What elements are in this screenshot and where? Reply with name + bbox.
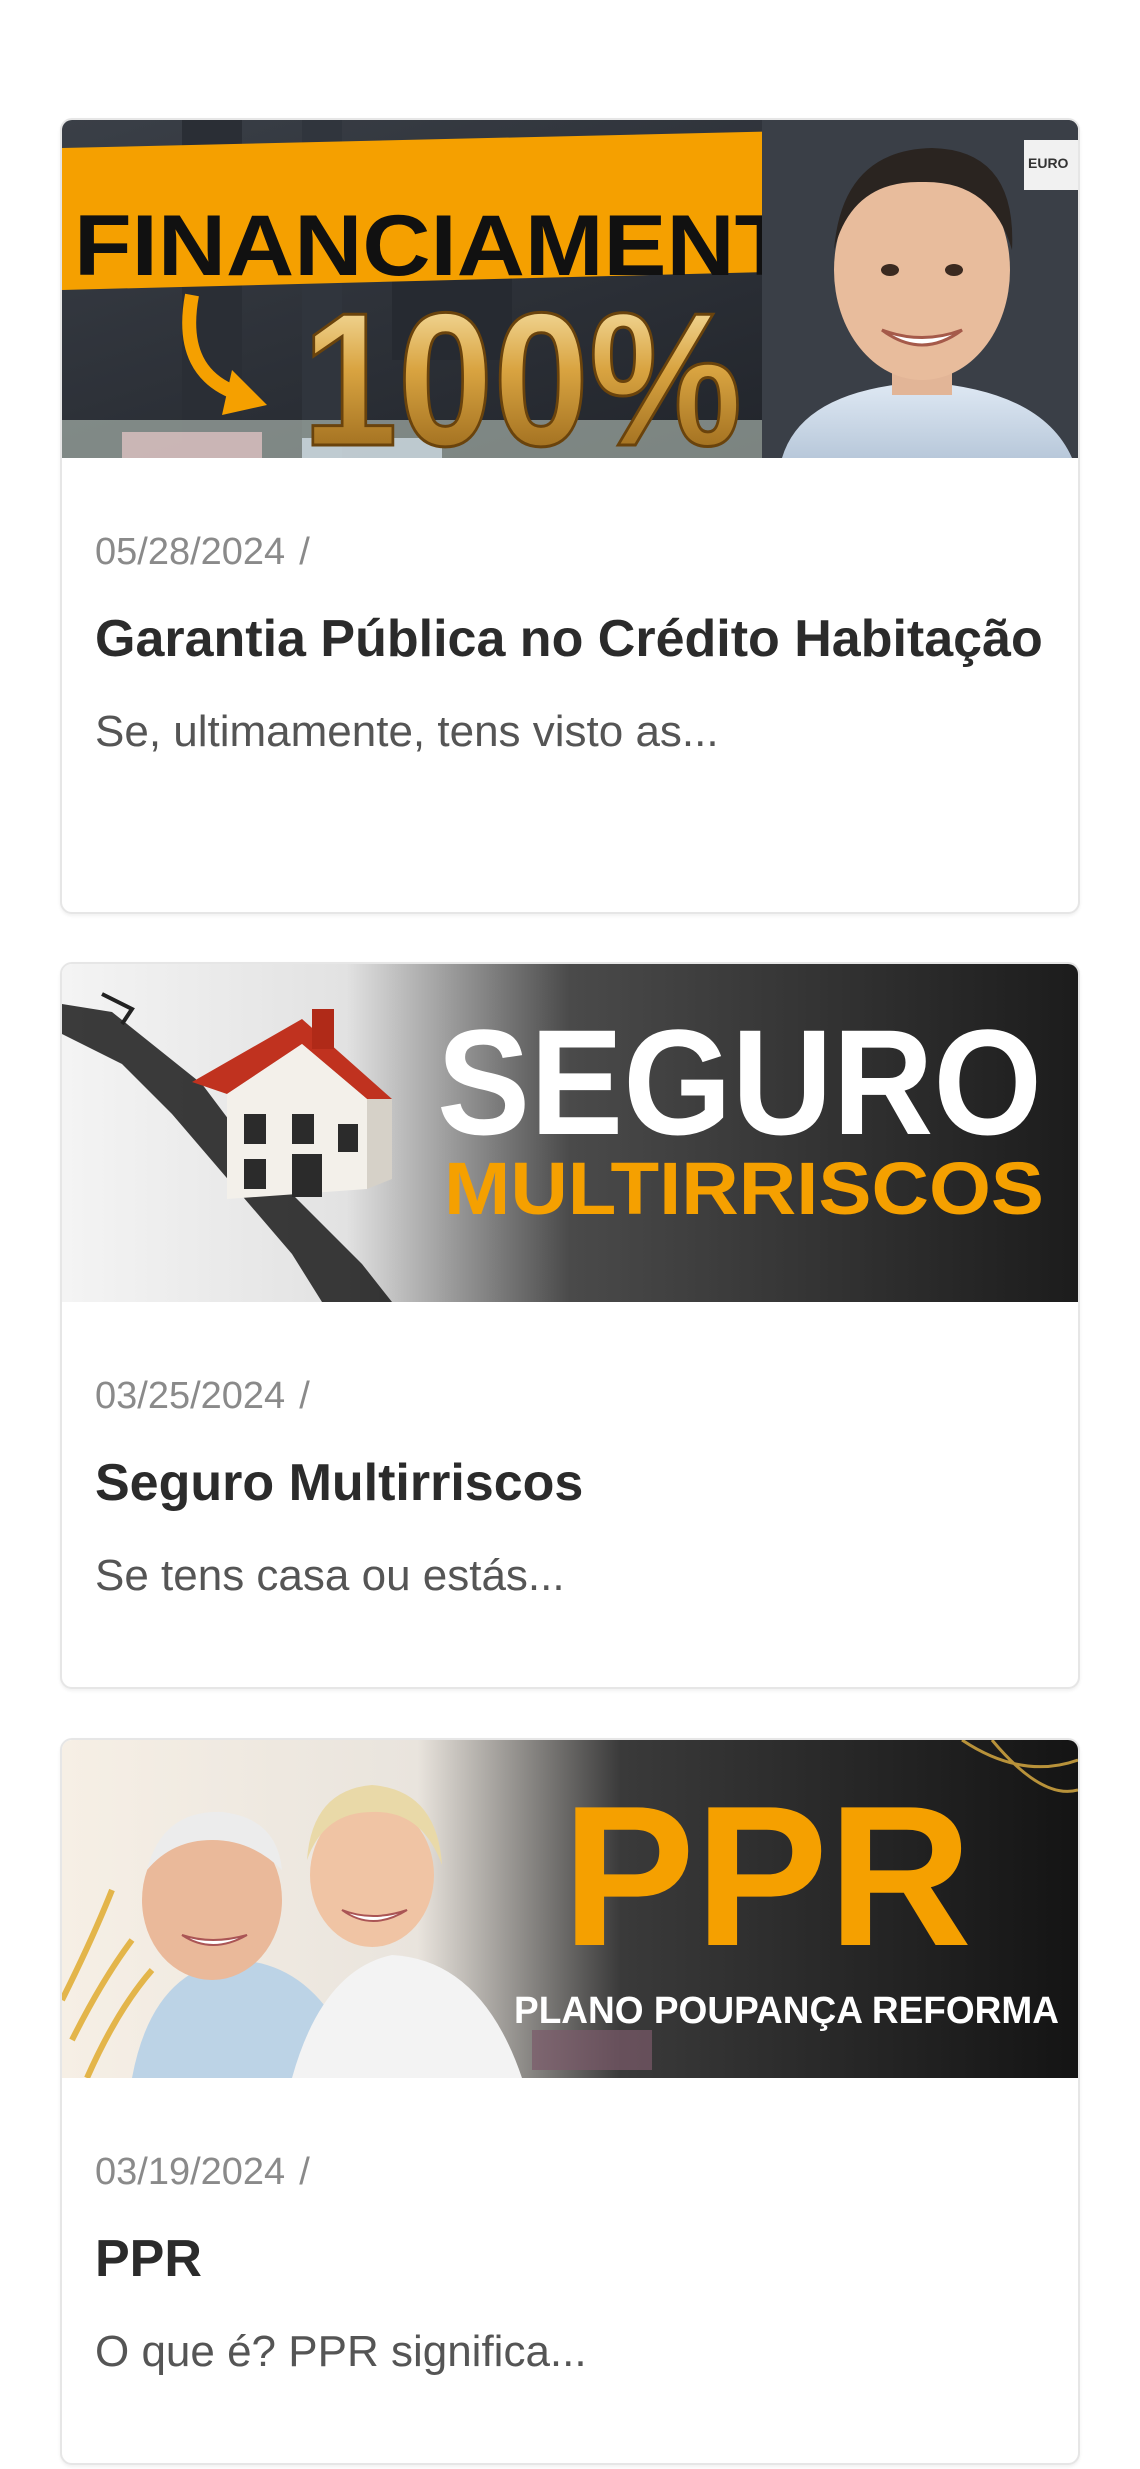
post-meta: 05/28/2024 / bbox=[95, 528, 1045, 576]
post-excerpt: Se, ultimamente, tens visto as... bbox=[95, 707, 719, 756]
post-date: 03/19/2024 bbox=[95, 2151, 286, 2193]
post-title[interactable]: PPR bbox=[95, 2224, 1045, 2294]
meta-separator: / bbox=[299, 531, 310, 573]
meta-separator: / bbox=[299, 1375, 310, 1417]
meta-separator: / bbox=[299, 2151, 310, 2193]
post-card[interactable]: PPR PLANO POUPANÇA REFORMA 03/19/2024 / P… bbox=[60, 1738, 1080, 2465]
thumbnail-corner-label: EURO bbox=[1028, 155, 1069, 171]
thumbnail-subheadline: MULTIRRISCOS bbox=[444, 1147, 1044, 1230]
post-meta: 03/25/2024 / bbox=[95, 1372, 1045, 1420]
post-thumbnail[interactable]: PPR PLANO POUPANÇA REFORMA bbox=[62, 1740, 1078, 2078]
blog-post-feed: FINANCIAMENTO 100% EURO 05/28/2024 / Gar… bbox=[0, 0, 1140, 2469]
thumbnail-headline: SEGURO bbox=[437, 998, 1042, 1166]
post-date: 05/28/2024 bbox=[95, 531, 286, 573]
post-card[interactable]: FINANCIAMENTO 100% EURO 05/28/2024 / Gar… bbox=[60, 118, 1080, 914]
post-meta: 03/19/2024 / bbox=[95, 2148, 1045, 2196]
post-title[interactable]: Garantia Pública no Crédito Habitação bbox=[95, 604, 1045, 674]
post-title[interactable]: Seguro Multirriscos bbox=[95, 1448, 1045, 1518]
post-excerpt: O que é? PPR significa... bbox=[95, 2327, 587, 2376]
post-thumbnail[interactable]: SEGURO MULTIRRISCOS bbox=[62, 964, 1078, 1302]
thumbnail-percentage: 100% bbox=[302, 274, 742, 458]
post-date: 03/25/2024 bbox=[95, 1375, 286, 1417]
post-thumbnail[interactable]: FINANCIAMENTO 100% EURO bbox=[62, 120, 1078, 458]
post-excerpt: Se tens casa ou estás... bbox=[95, 1551, 565, 1600]
thumbnail-subheadline: PLANO POUPANÇA REFORMA bbox=[514, 1990, 1059, 2032]
thumbnail-headline: PPR bbox=[562, 1765, 972, 1988]
post-card[interactable]: SEGURO MULTIRRISCOS 03/25/2024 / Seguro M… bbox=[60, 962, 1080, 1689]
